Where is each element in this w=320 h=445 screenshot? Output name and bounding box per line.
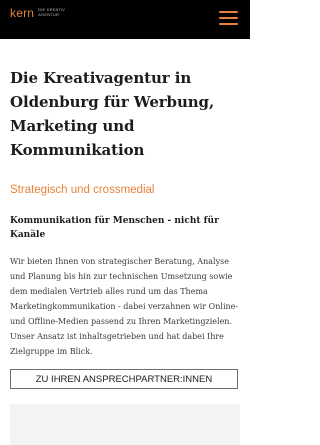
menu-bar [219,11,238,13]
menu-bar [219,23,238,25]
logo-wordmark: kern [10,6,35,20]
logo[interactable]: kern DIE KREATIV AGENTUR [10,7,65,19]
subheadline: Strategisch und crossmedial [10,184,155,196]
main-content: Die Kreativagentur in Oldenburg für Werb… [10,66,242,359]
contact-persons-button[interactable]: ZU IHREN ANSPRECHPARTNER:INNEN [10,369,238,389]
hamburger-menu-icon[interactable] [219,11,238,25]
body-text: Wir bieten Ihnen von strategischer Berat… [10,257,239,356]
content-card-placeholder [10,404,240,445]
menu-bar [219,17,238,19]
logo-tagline: DIE KREATIV AGENTUR [38,7,65,17]
logo-tagline-line-2: AGENTUR [38,11,60,17]
page-title: Die Kreativagentur in Oldenburg für Werb… [10,69,215,159]
lead-text: Kommunikation für Menschen - nicht für K… [10,216,219,240]
site-header: kern DIE KREATIV AGENTUR [0,0,250,39]
